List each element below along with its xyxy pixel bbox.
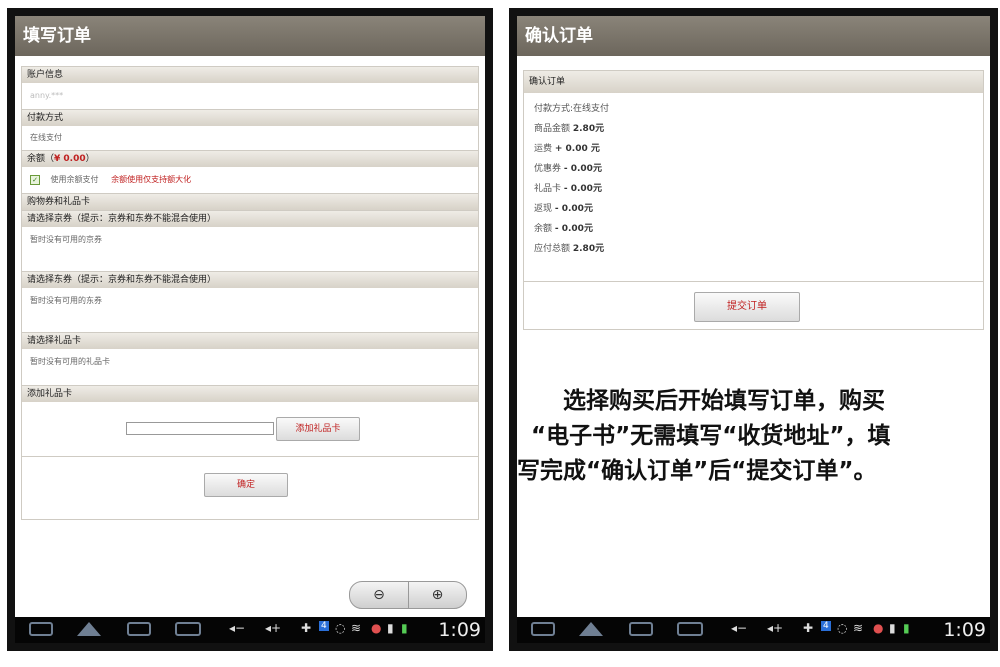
submit-order-button[interactable]: 提交订单 [694,292,800,322]
add-icon: ✚ [803,621,814,635]
summary-line: 优惠券 - 0.00元 [534,164,602,174]
sync-icon: ◌ [837,621,848,635]
use-balance-checkbox[interactable]: ✓ [30,174,40,185]
recent-apps-icon[interactable] [127,622,151,636]
balance-amount: ¥ 0.00 [54,154,86,164]
summary-line: 付款方式:在线支付 [534,104,610,114]
gift-card-empty: 暂时没有可用的礼品卡 [30,357,110,366]
right-screen: 确认订单 确认订单 付款方式:在线支付 商品金额 2.80元 运费 + 0.00… [517,16,990,643]
zoom-in-icon[interactable]: ⊕ [409,582,466,608]
jing-coupon-header: 请选择京券（提示：京券和东券不能混合使用） [22,210,478,227]
recent-apps-icon[interactable] [629,622,653,636]
payment-value: 在线支付 [30,133,62,142]
summary-line: 商品金额 2.80元 [534,124,605,134]
volume-up-icon[interactable]: ◂+ [265,621,281,635]
add-gift-card-row: 添加礼品卡 [22,402,478,457]
volume-down-icon[interactable]: ◂− [731,621,747,635]
gift-card-input[interactable] [126,422,274,435]
system-navbar: ◂− ◂+ ✚ 4 ◌ ≋ ● ▮ ▮ 1:09 [517,617,990,643]
wifi-icon: ≋ [853,621,864,635]
caption-text: 选择购买后开始填写订单，购买 “电子书”无需填写“收货地址”，填 写完成“确认订… [517,384,990,489]
back-icon[interactable] [29,622,53,636]
add-gift-card-header: 添加礼品卡 [22,385,478,402]
system-navbar: ◂− ◂+ ✚ 4 ◌ ≋ ● ▮ ▮ 1:09 [15,617,485,643]
clock: 1:09 [438,619,481,641]
add-icon: ✚ [301,621,312,635]
dong-coupon-header: 请选择东券（提示：京券和东券不能混合使用） [22,271,478,288]
order-summary: 付款方式:在线支付 商品金额 2.80元 运费 + 0.00 元 优惠券 - 0… [524,93,983,282]
confirm-order-panel: 确认订单 付款方式:在线支付 商品金额 2.80元 运费 + 0.00 元 优惠… [523,70,984,330]
coupons-section-header: 购物券和礼品卡 [22,193,478,210]
clock: 1:09 [943,619,986,641]
payment-section-header: 付款方式 [22,109,478,126]
gift-card-header: 请选择礼品卡 [22,332,478,349]
notification-badge: 4 [319,621,329,631]
home-icon[interactable] [77,622,101,636]
home-icon[interactable] [579,622,603,636]
balance-prefix: 余额（ [27,154,55,164]
signal-icon: ▮ [889,621,896,635]
confirm-row: 确定 [22,457,478,509]
summary-line: 余额 - 0.00元 [534,224,593,234]
page-title: 确认订单 [517,16,990,56]
screenshot-icon[interactable] [175,622,201,636]
zoom-out-icon[interactable]: ⊖ [350,582,409,608]
screenshot-icon[interactable] [677,622,703,636]
add-gift-card-button[interactable]: 添加礼品卡 [276,417,360,441]
balance-note: 余额使用仅支持额大化 [111,175,192,184]
summary-line: 礼品卡 - 0.00元 [534,184,602,194]
battery-icon: ▮ [903,621,910,635]
account-section-header: 账户信息 [22,67,478,83]
caption-line: 选择购买后开始填写订单，购买 [517,388,885,414]
right-tablet-frame: 确认订单 确认订单 付款方式:在线支付 商品金额 2.80元 运费 + 0.00… [509,8,998,651]
vpn-icon: ● [371,621,382,635]
confirm-button[interactable]: 确定 [204,473,288,497]
summary-line: 应付总额 2.80元 [534,244,605,254]
left-screen: 填写订单 账户信息 anny.*** 付款方式 在线支付 余额（¥ 0.00） … [15,16,485,643]
zoom-controls: ⊖ ⊕ [349,581,467,609]
order-form-panel: 账户信息 anny.*** 付款方式 在线支付 余额（¥ 0.00） ✓ 使用余… [21,66,479,520]
vpn-icon: ● [873,621,884,635]
use-balance-row: ✓ 使用余额支付 余额使用仅支持额大化 [22,167,478,193]
use-balance-label: 使用余额支付 [50,175,99,184]
left-tablet-frame: 填写订单 账户信息 anny.*** 付款方式 在线支付 余额（¥ 0.00） … [7,8,493,651]
balance-suffix: ） [85,154,95,164]
wifi-icon: ≋ [351,621,362,635]
caption-line: “电子书”无需填写“收货地址”，填 [531,423,891,449]
confirm-section-header: 确认订单 [524,71,983,93]
battery-icon: ▮ [401,621,408,635]
caption-line: 写完成“确认订单”后“提交订单”。 [517,458,877,484]
volume-up-icon[interactable]: ◂+ [767,621,783,635]
signal-icon: ▮ [387,621,394,635]
balance-section-header: 余额（¥ 0.00） [22,150,478,167]
summary-line: 返现 - 0.00元 [534,204,593,214]
account-value: anny.*** [30,91,64,100]
summary-line: 运费 + 0.00 元 [534,144,600,154]
volume-down-icon[interactable]: ◂− [229,621,245,635]
notification-badge: 4 [821,621,831,631]
jing-coupon-empty: 暂时没有可用的京券 [30,235,102,244]
back-icon[interactable] [531,622,555,636]
sync-icon: ◌ [335,621,346,635]
page-title: 填写订单 [15,16,485,56]
dong-coupon-empty: 暂时没有可用的东券 [30,296,102,305]
